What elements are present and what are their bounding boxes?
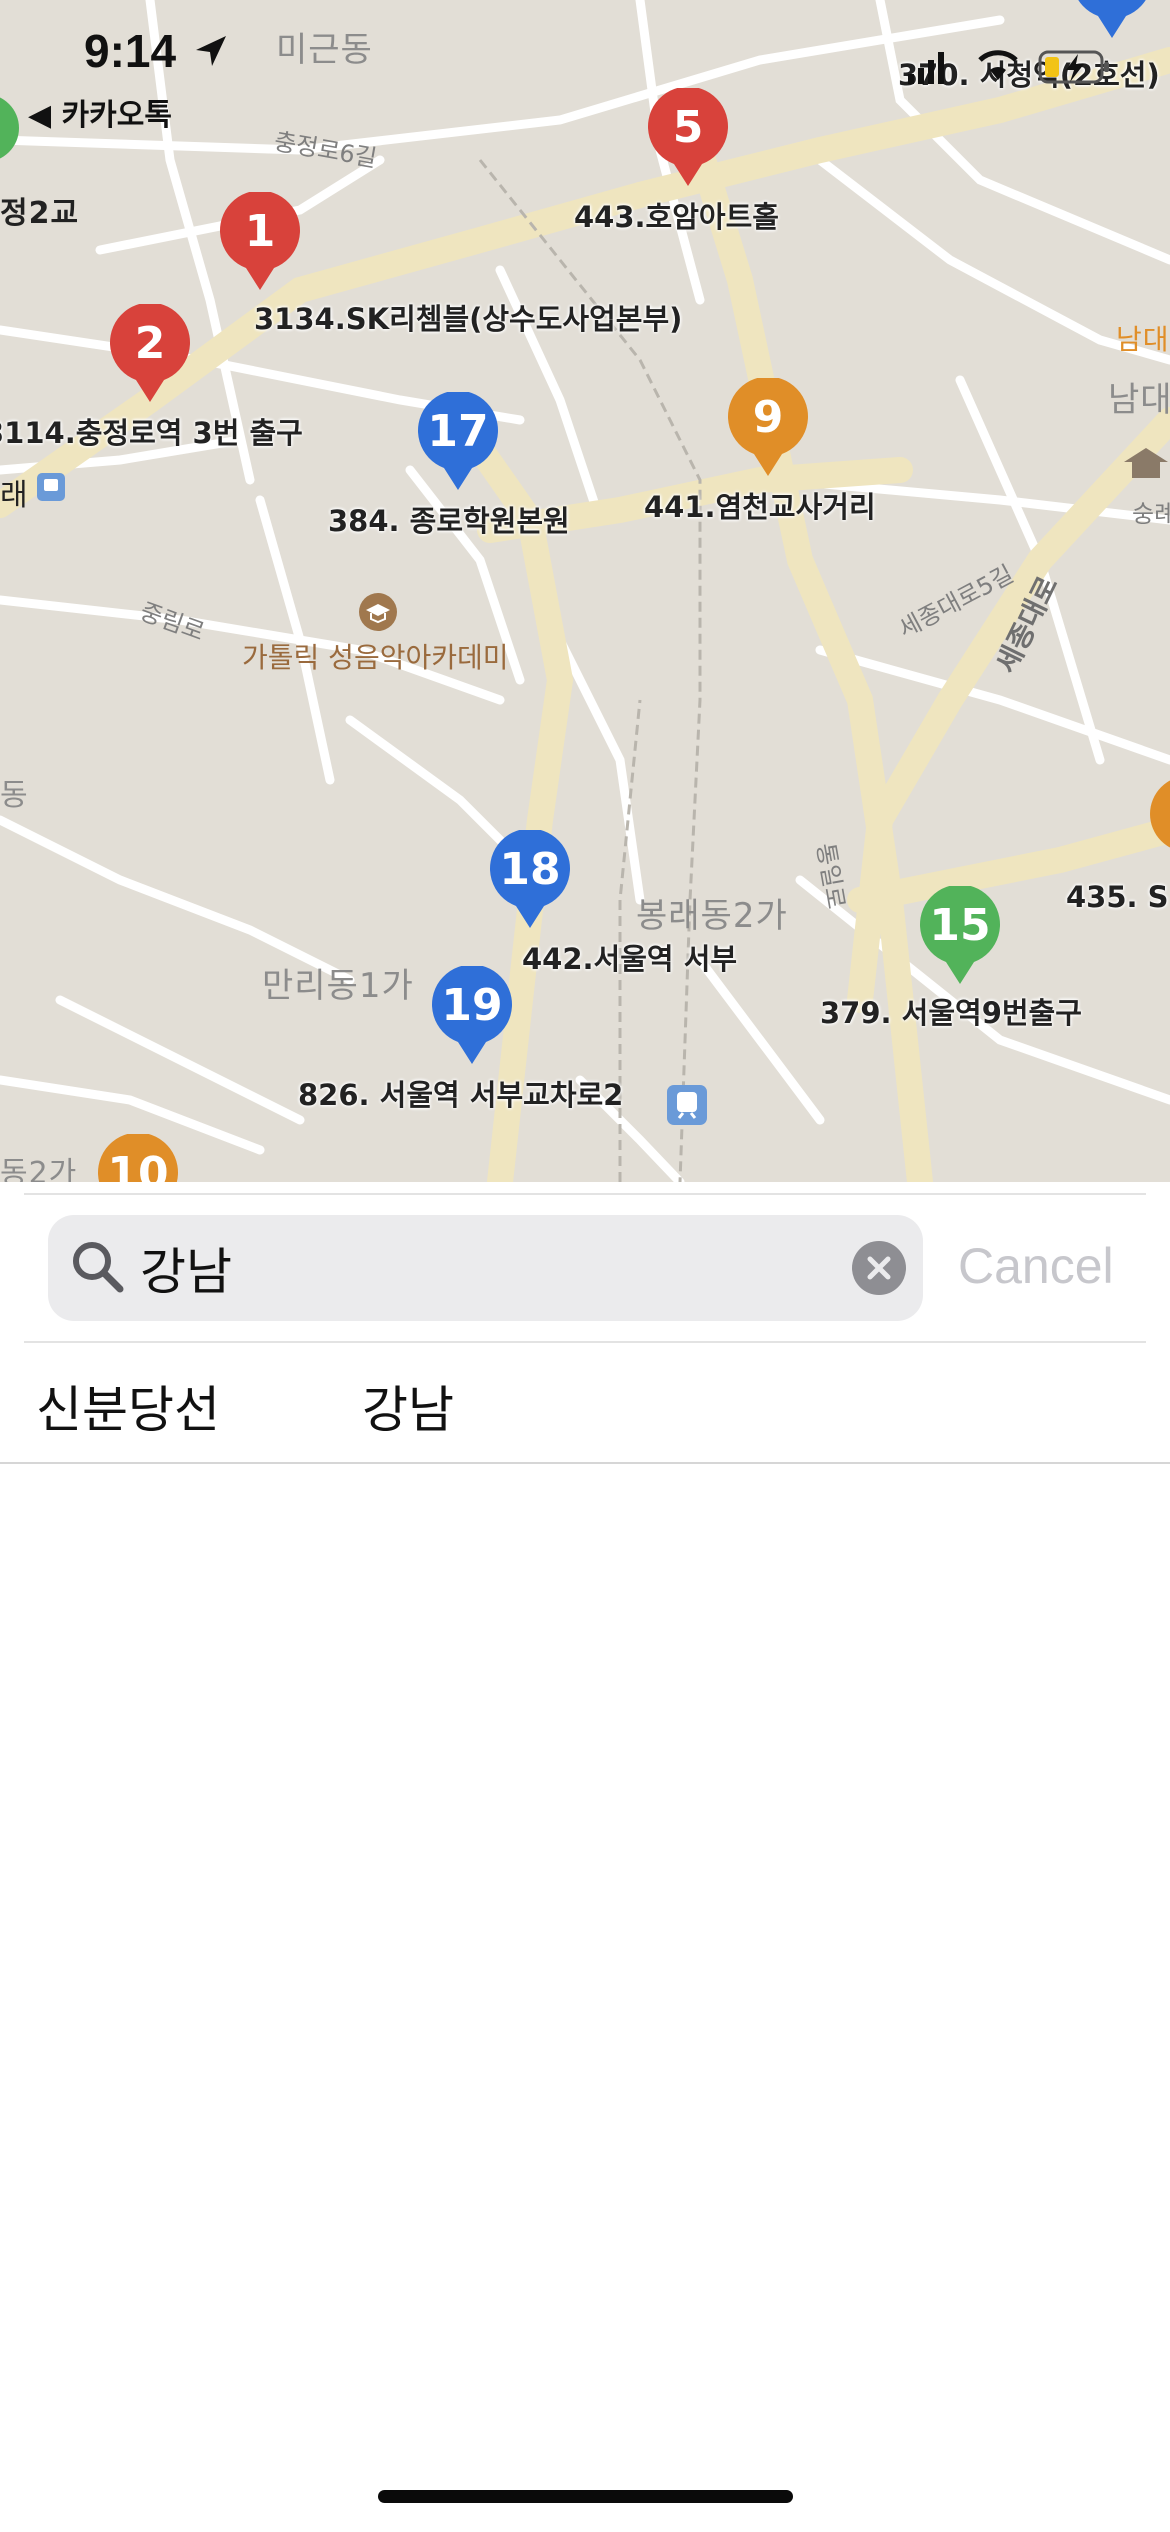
result-divider xyxy=(0,1462,1170,1464)
station-label: 3114.충정로역 3번 출구 xyxy=(0,416,303,450)
station-label: 379. 서울역9번출구 xyxy=(820,996,1082,1030)
district-label: 남대 xyxy=(1116,323,1170,356)
station-pin-partial[interactable] xyxy=(1148,772,1170,856)
back-to-app-button[interactable]: ◀ 카카오톡 xyxy=(28,90,172,134)
search-input[interactable] xyxy=(140,1235,860,1301)
district-label: 정2교 xyxy=(0,196,80,231)
station-label: 3134.SK리쳄블(상수도사업본부) xyxy=(254,302,683,336)
station-pin[interactable]: 1 xyxy=(218,192,302,292)
station-pin[interactable]: 9 xyxy=(726,378,810,478)
pin-number: 9 xyxy=(752,392,784,443)
station-label: 384. 종로학원본원 xyxy=(328,504,570,538)
station-pin[interactable]: 18 xyxy=(488,830,572,930)
pin-number: 19 xyxy=(441,980,503,1031)
station-label: 826. 서울역 서부교차로2 xyxy=(298,1078,624,1112)
district-label: 남대 xyxy=(1108,380,1170,420)
district-label: 래 xyxy=(0,478,29,513)
map-view[interactable]: 미근동 봉래동2가 만리동1가 남대 정2교 래 동 동2가 충정로6길 중림로… xyxy=(0,0,1170,1182)
station-label: 441.염천교사거리 xyxy=(644,490,876,524)
poi-label: 가톨릭 성음악아카데미 xyxy=(242,641,509,674)
school-icon xyxy=(359,593,397,631)
clear-search-button[interactable] xyxy=(852,1241,906,1295)
pin-number: 15 xyxy=(929,900,991,951)
battery-charging-icon xyxy=(1038,50,1109,84)
train-station-icon xyxy=(667,1085,707,1125)
search-bar[interactable] xyxy=(48,1215,923,1321)
result-station-name: 강남 xyxy=(362,1381,454,1439)
pin-number: 18 xyxy=(499,844,561,895)
district-label: 동2가 xyxy=(0,1156,78,1182)
cancel-button[interactable]: Cancel xyxy=(958,1237,1114,1295)
search-result-row[interactable]: 신분당선 강남 xyxy=(0,1343,1170,1463)
location-arrow-icon xyxy=(196,36,226,66)
station-label: 442.서울역 서부 xyxy=(522,942,738,976)
sheet-top-divider xyxy=(24,1193,1146,1195)
signal-icon xyxy=(908,52,944,84)
subway-icon xyxy=(37,473,65,501)
clear-icon xyxy=(867,1256,891,1280)
home-indicator[interactable] xyxy=(378,2490,793,2503)
pin-number: 17 xyxy=(427,406,489,457)
station-pin[interactable]: 17 xyxy=(416,392,500,492)
station-label: 435. S xyxy=(1066,880,1169,914)
search-icon xyxy=(73,1242,124,1293)
result-line-name: 신분당선 xyxy=(36,1381,220,1439)
status-bar: 9:14 ◀ 카카오톡 xyxy=(0,0,1170,133)
station-pin[interactable]: 15 xyxy=(918,886,1002,986)
pin-number: 1 xyxy=(244,206,276,257)
status-time: 9:14 xyxy=(84,25,177,77)
district-label: 동 xyxy=(0,778,29,813)
station-label: 443.호암아트홀 xyxy=(574,200,779,234)
pin-number: 2 xyxy=(134,318,166,369)
station-pin[interactable]: 2 xyxy=(108,304,192,404)
district-label: 봉래동2가 xyxy=(636,896,788,936)
landmark-label: 숭례 xyxy=(1132,500,1170,528)
pin-number: 10 xyxy=(107,1148,169,1182)
station-pin[interactable]: 19 xyxy=(430,966,514,1066)
wifi-icon xyxy=(978,50,1018,80)
district-label: 만리동1가 xyxy=(262,966,414,1006)
landmark-icon xyxy=(1124,448,1168,478)
station-pin[interactable]: 10 xyxy=(96,1134,180,1182)
